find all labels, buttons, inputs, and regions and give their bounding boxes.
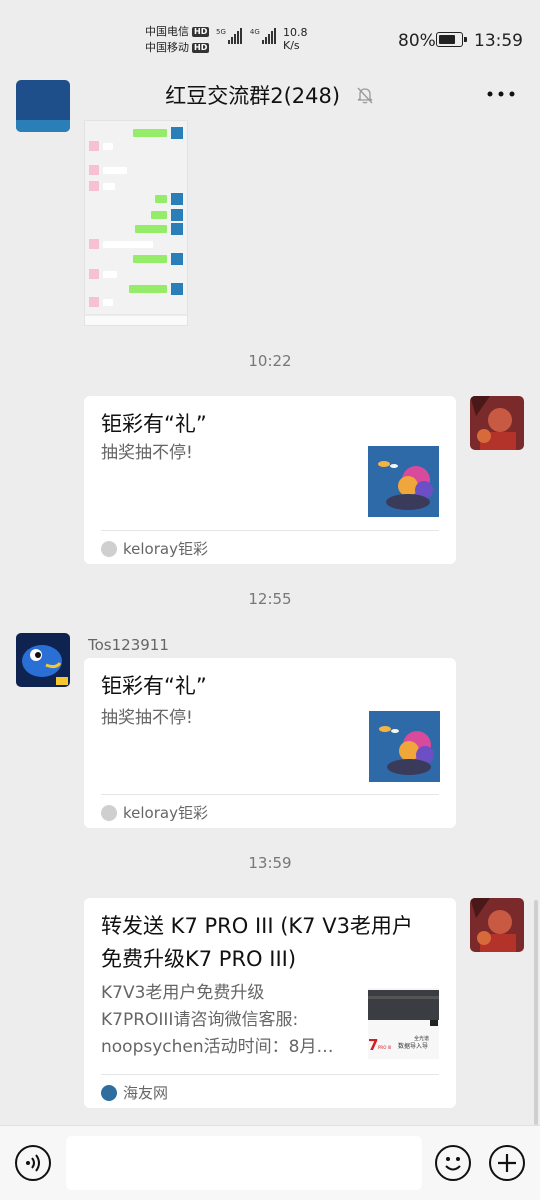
status-bar: 中国电信 HD 中国移动 HD 5G 4G 10.8 K/s 80% 13:59 [0, 0, 540, 70]
card-source: keloray钜彩 [101, 802, 208, 823]
message-input[interactable] [66, 1136, 422, 1190]
signal-icons: 5G 4G [216, 28, 276, 44]
card-source: keloray钜彩 [101, 538, 208, 559]
signal-5g-icon: 5G [216, 28, 242, 44]
thumb-text: 数据导入导 [398, 1042, 428, 1050]
chat-title: 红豆交流群2(248) [165, 84, 341, 108]
link-card[interactable]: 转发送 K7 PRO III (K7 V3老用户免费升级K7 PRO III) … [84, 898, 456, 1108]
haiyou-logo-icon [101, 1084, 117, 1101]
card-title: 钜彩有“礼” [101, 412, 207, 436]
link-card[interactable]: 钜彩有“礼” 抽奖抽不停! keloray钜彩 [84, 396, 456, 564]
keloray-logo-icon [101, 804, 117, 821]
battery-icon [436, 32, 467, 47]
card-description: 抽奖抽不停! [101, 443, 193, 463]
hd-badge: HD [192, 43, 210, 53]
card-source-name: keloray钜彩 [123, 804, 208, 822]
more-dots-icon[interactable] [486, 86, 516, 102]
thumb-text: PRO III [378, 1045, 391, 1050]
thumb-text: 7 [368, 1036, 378, 1054]
battery-percent: 80% [398, 31, 436, 51]
net-speed-value: 10.8 [283, 26, 308, 39]
chat-header: 红豆交流群2(248) [0, 70, 540, 120]
bell-off-icon [355, 85, 375, 110]
net-speed-unit: K/s [283, 39, 300, 52]
signal-tag: 5G [216, 28, 226, 36]
plus-icon[interactable] [489, 1145, 525, 1181]
image-message[interactable] [84, 120, 188, 326]
signal-tag: 4G [249, 28, 260, 36]
input-bar [0, 1125, 540, 1200]
status-time: 13:59 [474, 31, 523, 51]
time-label: 10:22 [248, 352, 292, 370]
card-source-name: keloray钜彩 [123, 540, 208, 558]
avatar[interactable] [16, 80, 70, 132]
card-thumbnail [368, 446, 439, 517]
card-source-name: 海友网 [123, 1084, 169, 1102]
avatar[interactable] [470, 396, 524, 450]
net-speed: 10.8 K/s [283, 26, 308, 52]
card-description-line: noopsychen活动时间：8月… [101, 1037, 334, 1057]
hd-badge: HD [192, 27, 210, 37]
avatar[interactable] [470, 898, 524, 952]
avatar[interactable] [16, 633, 70, 687]
sender-name: Tos123911 [88, 636, 169, 654]
time-label: 13:59 [248, 854, 292, 872]
time-label: 12:55 [248, 590, 292, 608]
card-description: 抽奖抽不停! [101, 708, 193, 728]
card-title: 转发送 K7 PRO III (K7 V3老用户免费升级K7 PRO III) [101, 914, 413, 971]
keloray-logo-icon [101, 540, 117, 557]
carrier-info: 中国电信 HD 中国移动 HD [145, 24, 210, 56]
chat-title-row: 红豆交流群2(248) [0, 80, 540, 110]
signal-4g-icon: 4G [250, 28, 276, 44]
card-thumbnail [369, 711, 440, 782]
voice-icon[interactable] [15, 1145, 51, 1181]
card-description: K7V3老用户免费升级 K7PROIII请咨询微信客服: noopsychen活… [101, 980, 333, 1061]
thumb-text: 全光谱 [414, 1035, 429, 1042]
card-thumbnail: 7 PRO III 全光谱 数据导入导 [368, 988, 439, 1059]
carrier-1: 中国电信 [145, 25, 189, 38]
emoji-icon[interactable] [435, 1145, 471, 1181]
card-description-line: K7V3老用户免费升级 [101, 983, 265, 1003]
battery-fill [439, 35, 455, 44]
card-title: 钜彩有“礼” [101, 674, 207, 698]
carrier-2: 中国移动 [145, 41, 189, 54]
scrollbar[interactable] [534, 900, 538, 1125]
link-card[interactable]: 钜彩有“礼” 抽奖抽不停! keloray钜彩 [84, 658, 456, 828]
card-source: 海友网 [101, 1082, 168, 1103]
card-description-line: K7PROIII请咨询微信客服: [101, 1010, 299, 1030]
